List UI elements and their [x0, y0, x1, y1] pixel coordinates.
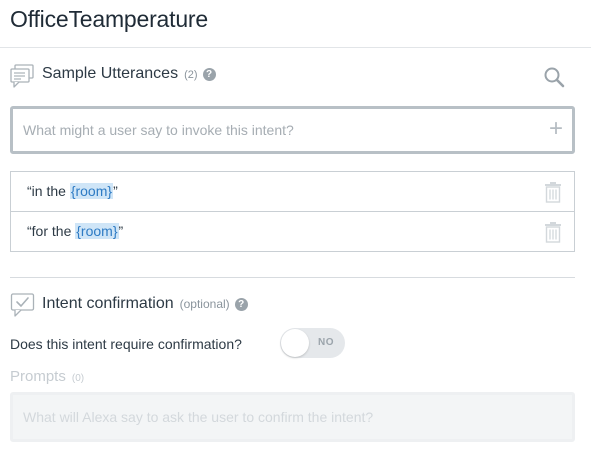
utterance-suffix: ”: [113, 183, 118, 199]
confirmation-title: Intent confirmation: [42, 295, 174, 312]
utterance-text: “in the {room}”: [27, 183, 118, 199]
utterance-prefix: “in the: [27, 183, 70, 199]
confirmation-toggle[interactable]: NO: [280, 328, 345, 358]
utterance-row[interactable]: “in the {room}”: [10, 171, 575, 212]
add-utterance-button[interactable]: +: [549, 117, 563, 141]
prompts-title: Prompts: [10, 368, 66, 385]
utterance-input-box: +: [10, 106, 575, 154]
intent-title: OfficeTeamperature: [10, 6, 208, 32]
utterance-input[interactable]: [13, 109, 523, 151]
confirmation-icon: [10, 292, 36, 318]
help-icon[interactable]: ?: [202, 68, 216, 81]
utterance-prefix: “for the: [27, 223, 76, 239]
prompts-count: (0): [71, 373, 85, 384]
delete-utterance-icon[interactable]: [544, 181, 562, 203]
confirmation-question: Does this intent require confirmation?: [10, 336, 242, 352]
section-divider: [10, 277, 575, 278]
delete-utterance-icon[interactable]: [544, 221, 562, 243]
utterance-text: “for the {room}”: [27, 223, 123, 239]
prompt-input-box: [10, 392, 575, 442]
confirmation-heading: Intent confirmation (optional)?: [42, 295, 248, 313]
utterances-count: (2): [184, 69, 198, 81]
utterances-title: Sample Utterances: [42, 65, 179, 82]
prompt-input[interactable]: [13, 395, 543, 439]
help-icon[interactable]: ?: [234, 298, 248, 311]
slot-tag[interactable]: {room}: [75, 223, 119, 239]
toggle-knob: [281, 329, 309, 357]
prompts-heading: Prompts (0): [10, 368, 84, 385]
utterances-icon: [10, 63, 36, 89]
slot-tag[interactable]: {room}: [69, 183, 114, 199]
header-divider: [0, 47, 591, 48]
utterances-heading: Sample Utterances (2)?: [42, 65, 216, 83]
toggle-label: NO: [318, 337, 334, 348]
optional-label: (optional): [179, 297, 230, 311]
search-icon[interactable]: [543, 66, 565, 88]
utterance-row[interactable]: “for the {room}”: [10, 211, 575, 252]
utterance-suffix: ”: [118, 223, 124, 239]
